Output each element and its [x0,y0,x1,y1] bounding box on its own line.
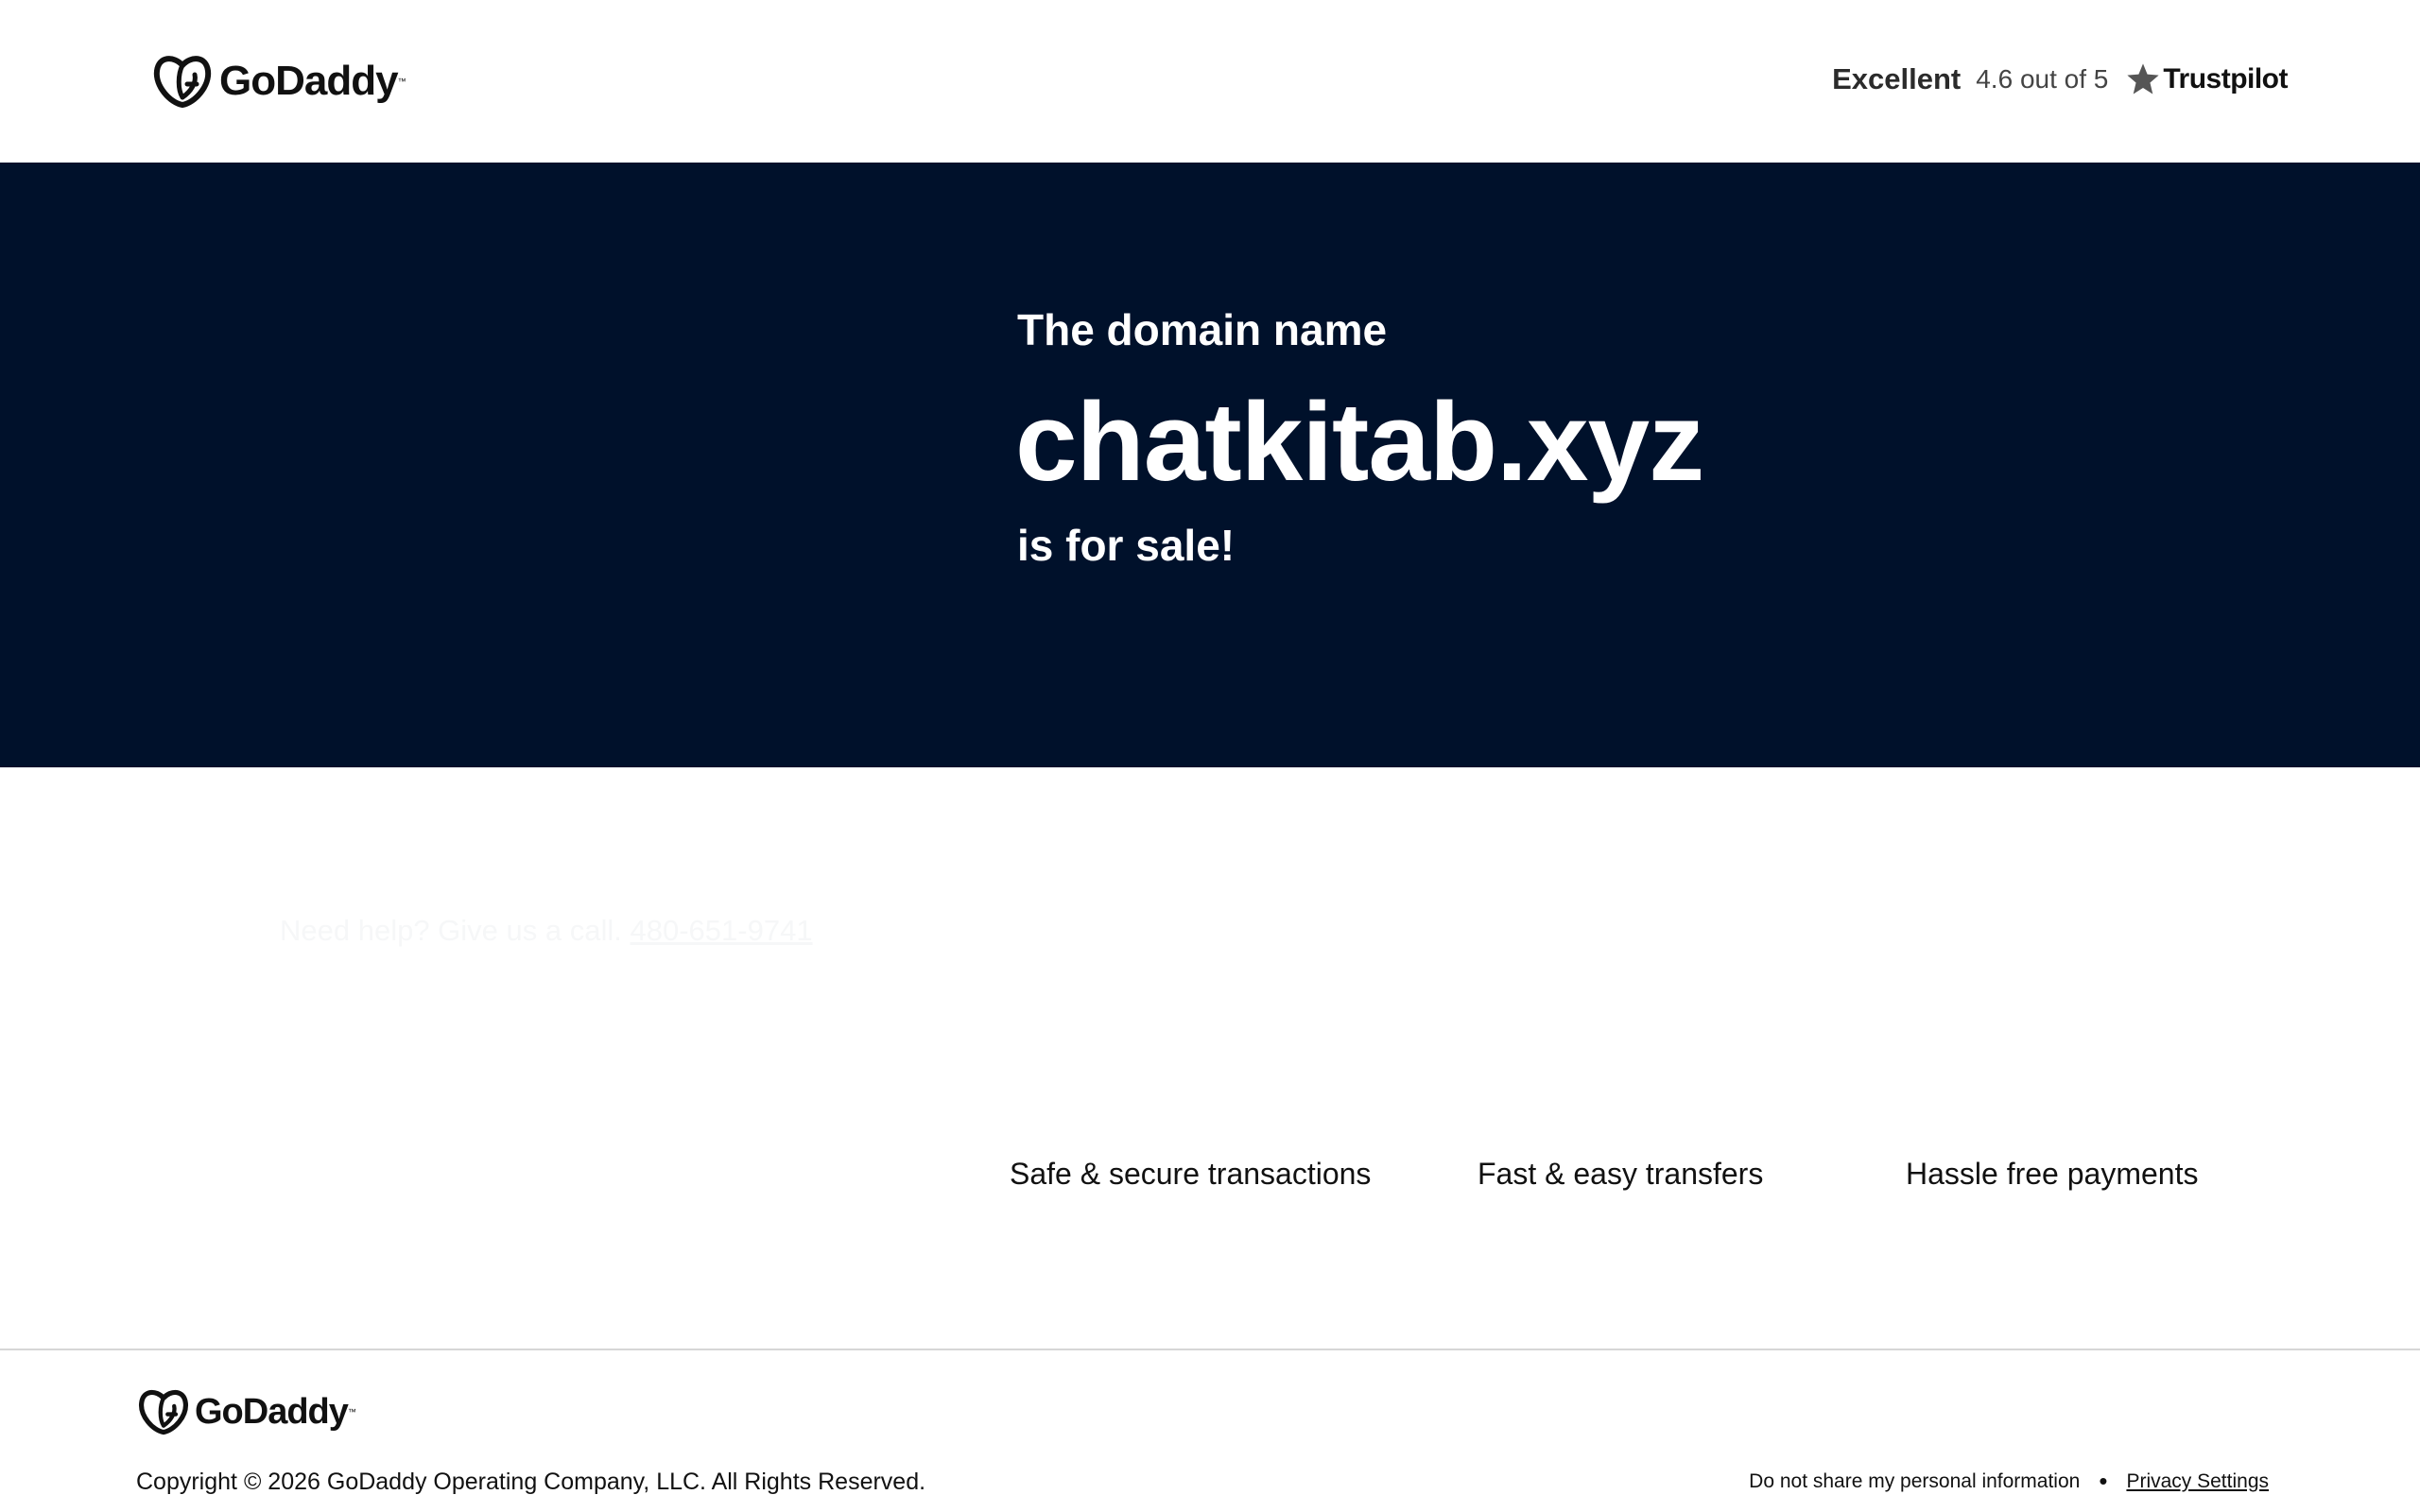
privacy-settings-link[interactable]: Privacy Settings [2126,1470,2269,1493]
footer-legal-links: Do not share my personal information • P… [1749,1467,2269,1496]
rating-score: 4.6 out of 5 [1976,64,2109,94]
site-header: GoDaddy ™ Excellent 4.6 out of 5 Trustpil… [0,0,2420,163]
for-sale-text: is for sale! [1017,521,1236,570]
do-not-share-link[interactable]: Do not share my personal information [1749,1470,2080,1493]
godaddy-logo-icon [139,1389,188,1435]
trustpilot-wordmark: Trustpilot [2163,63,2288,94]
help-prompt: Need help? Give us a call. [280,914,622,947]
trustpilot-rating[interactable]: Excellent 4.6 out of 5 Trustpilot [1832,59,2288,100]
feature-free-payments: Hassle free payments [1906,1157,2199,1191]
help-phone-link[interactable]: 480-651-9741 [631,914,813,947]
hero-subtitle: The domain name [1017,305,1388,354]
footer-divider [0,1349,2420,1350]
godaddy-logo-icon [153,56,212,108]
copyright-text: Copyright © 2026 GoDaddy Operating Compa… [136,1469,926,1495]
separator-dot: • [2099,1467,2108,1495]
hero-banner: The domain name chatkitab.xyz is for sal… [0,163,2420,767]
star-icon [2127,63,2159,94]
brand-wordmark: GoDaddy [219,58,399,104]
footer-godaddy-logo[interactable]: GoDaddy ™ [138,1387,356,1436]
rating-label: Excellent [1832,62,1962,95]
footer-brand-wordmark: GoDaddy [195,1391,349,1432]
feature-secure-transactions: Safe & secure transactions [1010,1157,1372,1191]
help-callout: Need help? Give us a call. 480-651-9741 [280,914,813,948]
domain-name-heading: chatkitab.xyz [1015,380,1704,505]
godaddy-logo[interactable]: GoDaddy ™ [153,53,406,110]
feature-easy-transfers: Fast & easy transfers [1478,1157,1764,1191]
